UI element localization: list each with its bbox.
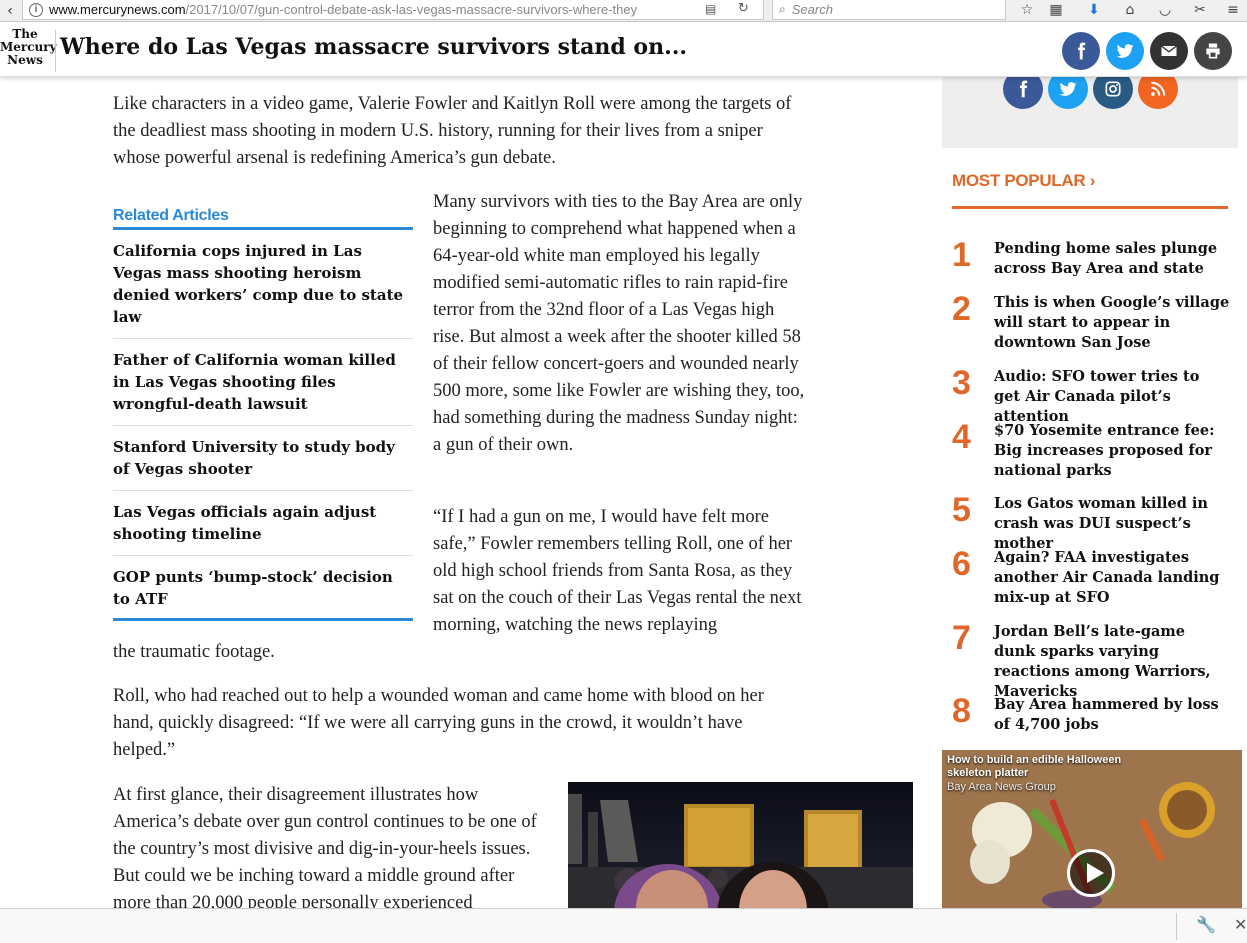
notification-bar: 🔧 ✕	[0, 908, 1247, 943]
reader-view-icon[interactable]: ▤	[705, 2, 723, 18]
related-article-link[interactable]: California cops injured in Las Vegas mas…	[113, 230, 413, 339]
wrench-icon[interactable]: 🔧	[1196, 915, 1216, 934]
share-email-button[interactable]	[1150, 32, 1188, 70]
article-paragraph-4: Roll, who had reached out to help a woun…	[113, 686, 764, 760]
article-paragraph-2: Many survivors with ties to the Bay Area…	[433, 192, 805, 455]
print-icon	[1206, 43, 1220, 59]
video-player[interactable]: How to build an edible Halloween skeleto…	[942, 750, 1242, 908]
twitter-icon	[1116, 44, 1134, 58]
share-facebook-button[interactable]	[1062, 32, 1100, 70]
info-icon[interactable]: i	[29, 2, 43, 17]
related-article-link[interactable]: Stanford University to study body of Veg…	[113, 426, 413, 491]
reload-icon[interactable]: ↻	[738, 1, 756, 19]
most-popular-link[interactable]: $70 Yosemite entrance fee: Big increases…	[994, 421, 1230, 481]
play-button[interactable]	[1067, 849, 1115, 897]
reading-list-icon[interactable]: ▦	[1045, 0, 1067, 20]
most-popular-link[interactable]: Los Gatos woman killed in crash was DUI …	[994, 494, 1230, 554]
logo-line3: News	[7, 53, 43, 67]
print-button[interactable]	[1194, 32, 1232, 70]
most-popular-link[interactable]: Again? FAA investigates another Air Cana…	[994, 548, 1230, 608]
share-twitter-button[interactable]	[1106, 32, 1144, 70]
rank-number: 4	[952, 418, 971, 456]
facebook-icon	[1078, 42, 1086, 60]
home-icon[interactable]: ⌂	[1119, 0, 1141, 20]
article-paragraph-1: Like characters in a video game, Valerie…	[113, 94, 792, 168]
rank-number: 7	[952, 619, 971, 657]
rank-number: 5	[952, 491, 971, 529]
related-articles: Related Articles California cops injured…	[113, 207, 413, 621]
article-photo[interactable]	[568, 782, 913, 912]
search-icon: ⌕	[779, 2, 786, 16]
browser-search-input[interactable]: ⌕ Search	[772, 0, 1006, 20]
bookmark-star-icon[interactable]: ☆	[1016, 0, 1038, 20]
most-popular-link[interactable]: Pending home sales plunge across Bay Are…	[994, 239, 1230, 279]
pocket-icon[interactable]: ◡	[1154, 0, 1176, 20]
site-header: The Mercury News Where do Las Vegas mass…	[0, 22, 1247, 77]
search-placeholder: Search	[791, 2, 833, 17]
twitter-icon	[1059, 82, 1077, 96]
survivors-selfie-image	[568, 782, 913, 912]
menu-icon[interactable]: ≡	[1222, 0, 1244, 20]
rank-number: 8	[952, 692, 971, 730]
article-paragraph-3-end: the traumatic footage.	[113, 642, 275, 662]
rank-number: 2	[952, 290, 971, 328]
back-arrow-icon[interactable]: ‹	[0, 1, 20, 21]
most-popular-link[interactable]: Audio: SFO tower tries to get Air Canada…	[994, 367, 1230, 427]
header-divider	[55, 30, 56, 72]
page-title: Where do Las Vegas massacre survivors st…	[60, 34, 688, 60]
rank-number: 1	[952, 236, 971, 274]
related-articles-heading: Related Articles	[113, 207, 413, 230]
instagram-icon	[1105, 81, 1121, 97]
download-icon[interactable]: ⬇	[1083, 0, 1105, 20]
notification-divider	[1176, 913, 1177, 940]
facebook-icon	[1020, 80, 1028, 98]
rss-icon	[1151, 81, 1166, 96]
related-article-link[interactable]: GOP punts ‘bump-stock’ decision to ATF	[113, 556, 413, 618]
most-popular-heading[interactable]: MOST POPULAR ›	[952, 171, 1095, 191]
close-icon[interactable]: ✕	[1234, 915, 1247, 934]
mercury-news-logo[interactable]: The Mercury News	[0, 28, 57, 72]
most-popular-link[interactable]: Bay Area hammered by loss of 4,700 jobs	[994, 695, 1230, 735]
article-paragraph-5: At first glance, their disagreement illu…	[113, 785, 537, 913]
most-popular-link[interactable]: Jordan Bell’s late-game dunk sparks vary…	[994, 622, 1230, 702]
most-popular-link[interactable]: This is when Google’s village will start…	[994, 293, 1230, 353]
mail-icon	[1161, 45, 1177, 56]
url-path: /2017/10/07/gun-control-debate-ask-las-v…	[185, 2, 638, 17]
video-title: How to build an edible Halloween skeleto…	[947, 754, 1122, 779]
extension-icon[interactable]: ✂	[1189, 0, 1211, 20]
related-article-link[interactable]: Las Vegas officials again adjust shootin…	[113, 491, 413, 556]
rank-number: 3	[952, 364, 971, 402]
video-source: Bay Area News Group	[947, 781, 1056, 793]
url-bar[interactable]: i www.mercurynews.com/2017/10/07/gun-con…	[22, 0, 764, 20]
article-paragraph-3: “If I had a gun on me, I would have felt…	[433, 507, 802, 635]
related-article-link[interactable]: Father of California woman killed in Las…	[113, 339, 413, 426]
rank-number: 6	[952, 545, 971, 583]
url-host: www.mercurynews.com	[49, 2, 186, 17]
follow-us-box	[942, 69, 1238, 148]
most-popular-rule	[952, 206, 1228, 209]
